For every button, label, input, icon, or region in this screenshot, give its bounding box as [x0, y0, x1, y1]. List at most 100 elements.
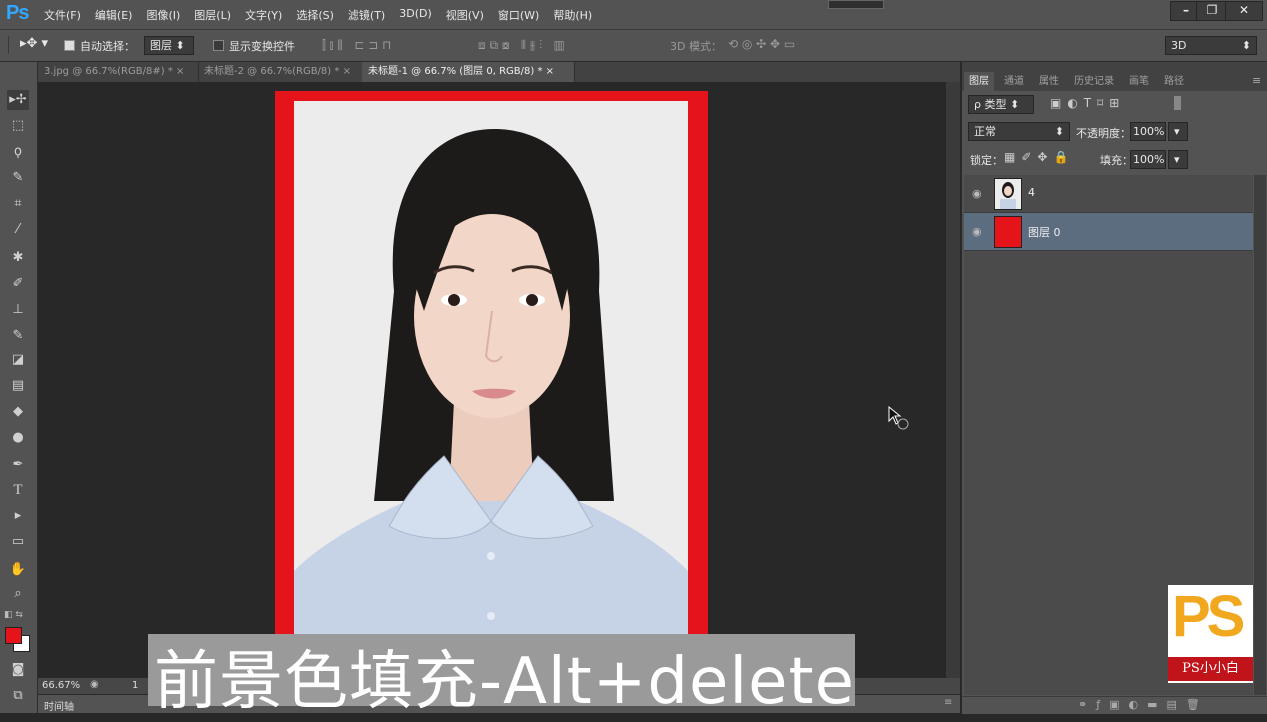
layer-action-icons[interactable]: ⚭ƒ▣◐▬▤🗑: [1078, 698, 1209, 711]
blend-mode-dropdown[interactable]: 正常 ⬍: [968, 122, 1070, 141]
menu-select[interactable]: 选择(S): [296, 7, 334, 23]
title-indicator: [828, 0, 884, 9]
lasso-tool-icon[interactable]: ϙ: [7, 142, 29, 162]
clone-stamp-tool-icon[interactable]: ⊥: [7, 300, 29, 320]
tab-label: 未标题-2 @ 66.7%(RGB/8) *: [204, 66, 340, 77]
foreground-color-swatch[interactable]: [5, 627, 22, 644]
eraser-tool-icon[interactable]: ◪: [7, 350, 29, 370]
layer-thumbnail: [994, 178, 1022, 210]
menu-image[interactable]: 图像(I): [146, 7, 180, 23]
menu-layer[interactable]: 图层(L): [194, 7, 231, 23]
menu-3d[interactable]: 3D(D): [399, 7, 432, 23]
tab-history[interactable]: 历史记录: [1069, 72, 1119, 91]
gradient-tool-icon[interactable]: ▤: [7, 376, 29, 396]
tab-untitled-2[interactable]: 未标题-2 @ 66.7%(RGB/8) * ×: [198, 62, 363, 82]
timeline-label[interactable]: 时间轴: [44, 698, 74, 713]
zoom-level[interactable]: 66.67%: [42, 680, 80, 691]
fill-label: 填充：: [1100, 154, 1133, 167]
blur-tool-icon[interactable]: ◆: [7, 402, 29, 422]
screen-mode-icon[interactable]: ⧉: [7, 686, 29, 706]
visibility-eye-icon[interactable]: ◉: [972, 225, 982, 238]
rectangle-tool-icon[interactable]: ▭: [7, 532, 29, 552]
options-bar: ▸✥ ▾ 自动选择： 图层 ⬍ 显示变换控件 ⫿ ⫾ ⫼ ⊏ ⊐ ⊓ ⧈ ⧉ ⧇…: [0, 30, 1267, 62]
move-tool-preset-icon[interactable]: ▸✥ ▾: [20, 36, 48, 51]
tab-brush[interactable]: 画笔: [1124, 72, 1154, 91]
tab-properties[interactable]: 属性: [1034, 72, 1064, 91]
workspace-value: 3D: [1171, 39, 1187, 52]
fill-input[interactable]: 100%: [1130, 150, 1166, 169]
tab-paths[interactable]: 路径: [1159, 72, 1189, 91]
marquee-tool-icon[interactable]: ⬚: [7, 116, 29, 136]
layer-filter-icons[interactable]: ▣◐T⌑⊞: [1050, 96, 1125, 110]
path-selection-tool-icon[interactable]: ▸: [7, 506, 29, 526]
layer-filter-dropdown[interactable]: ρ 类型 ⬍: [968, 95, 1034, 114]
hand-tool-icon[interactable]: ✋: [7, 560, 29, 580]
document-tab-bar: 3.jpg @ 66.7%(RGB/8#) * × 未标题-2 @ 66.7%(…: [38, 62, 960, 82]
zoom-tool-icon[interactable]: ⌕: [7, 584, 29, 604]
menu-edit[interactable]: 编辑(E): [95, 7, 133, 23]
logo-ps-text: PS: [1172, 584, 1245, 649]
menu-bar: Ps 文件(F) 编辑(E) 图像(I) 图层(L) 文字(Y) 选择(S) 滤…: [0, 0, 1267, 30]
crop-tool-icon[interactable]: ⌗: [7, 194, 29, 214]
eyedropper-tool-icon[interactable]: ⁄: [7, 220, 29, 240]
visibility-eye-icon[interactable]: ◉: [972, 187, 982, 200]
show-transform-checkbox[interactable]: [213, 38, 224, 51]
tab-close-icon[interactable]: ×: [176, 66, 184, 77]
menu-window[interactable]: 窗口(W): [498, 7, 539, 23]
menu-help[interactable]: 帮助(H): [553, 7, 592, 23]
tab-untitled-1[interactable]: 未标题-1 @ 66.7% (图层 0, RGB/8) * ×: [362, 62, 575, 82]
fill-value: 100%: [1133, 153, 1165, 166]
align-buttons[interactable]: ⫿ ⫾ ⫼ ⊏ ⊐ ⊓: [322, 38, 391, 53]
canvas-vertical-scrollbar[interactable]: [946, 82, 960, 678]
opacity-dropdown-icon[interactable]: ▾: [1168, 122, 1188, 141]
layers-footer: ⚭ƒ▣◐▬▤🗑: [962, 696, 1267, 714]
menu-filter[interactable]: 滤镜(T): [348, 7, 385, 23]
tab-channels[interactable]: 通道: [999, 72, 1029, 91]
pen-tool-icon[interactable]: ✒: [7, 455, 29, 475]
layer-row-selected[interactable]: ◉ 图层 0: [964, 213, 1253, 251]
close-button[interactable]: ✕: [1225, 1, 1263, 21]
layer-name[interactable]: 图层 0: [1028, 224, 1061, 240]
opacity-value: 100%: [1133, 125, 1165, 138]
layer-name[interactable]: 4: [1028, 186, 1035, 199]
menu-list: 文件(F) 编辑(E) 图像(I) 图层(L) 文字(Y) 选择(S) 滤镜(T…: [44, 7, 606, 23]
document-canvas[interactable]: [275, 91, 708, 681]
move-tool-icon[interactable]: ▸✢: [7, 90, 29, 110]
healing-brush-tool-icon[interactable]: ✱: [7, 248, 29, 268]
dodge-tool-icon[interactable]: ●: [7, 428, 29, 448]
workspace-dropdown[interactable]: 3D ⬍: [1165, 36, 1257, 55]
history-brush-tool-icon[interactable]: ✎: [7, 326, 29, 346]
tab-label: 未标题-1 @ 66.7% (图层 0, RGB/8) *: [368, 66, 543, 77]
tab-layers[interactable]: 图层: [964, 72, 994, 91]
auto-select-value: 图层: [150, 39, 172, 52]
menu-file[interactable]: 文件(F): [44, 7, 81, 23]
auto-select-dropdown[interactable]: 图层 ⬍: [144, 36, 194, 55]
portrait-illustration: [294, 129, 688, 681]
blend-mode-value: 正常: [974, 125, 996, 138]
status-menu-icon[interactable]: ◉: [90, 679, 99, 690]
filter-toggle-icon[interactable]: [1174, 96, 1181, 110]
quick-mask-icon[interactable]: ◙: [7, 660, 29, 680]
auto-select-checkbox[interactable]: [64, 38, 75, 51]
type-tool-icon[interactable]: T: [7, 480, 29, 500]
lock-icons[interactable]: ▦✐✥🔒: [1004, 150, 1074, 164]
distribute-buttons[interactable]: ⧈ ⧉ ⧇ ⫴ ⫵ ⫶ ▥: [478, 38, 565, 53]
tab-close-icon[interactable]: ×: [546, 66, 554, 77]
panel-menu-icon[interactable]: ≡: [1252, 74, 1261, 87]
tab-label: 3.jpg @ 66.7%(RGB/8#) *: [44, 66, 173, 77]
opacity-input[interactable]: 100%: [1130, 122, 1166, 141]
timeline-menu-icon[interactable]: ≡: [944, 697, 952, 708]
restore-button[interactable]: ❐: [1196, 1, 1228, 21]
menu-type[interactable]: 文字(Y): [245, 7, 282, 23]
layers-scrollbar[interactable]: [1254, 175, 1266, 695]
layer-row[interactable]: ◉ 4: [964, 175, 1253, 213]
menu-view[interactable]: 视图(V): [446, 7, 484, 23]
quick-select-tool-icon[interactable]: ✎: [7, 168, 29, 188]
tab-close-icon[interactable]: ×: [343, 66, 351, 77]
tab-3jpg[interactable]: 3.jpg @ 66.7%(RGB/8#) * ×: [38, 62, 199, 82]
panel-collapse-bar[interactable]: [962, 62, 1267, 72]
default-colors-icon[interactable]: ◧ ⇆: [4, 610, 23, 620]
fill-dropdown-icon[interactable]: ▾: [1168, 150, 1188, 169]
3d-mode-icons[interactable]: ⟲ ◎ ✣ ✥ ▭: [728, 37, 795, 51]
brush-tool-icon[interactable]: ✐: [7, 274, 29, 294]
